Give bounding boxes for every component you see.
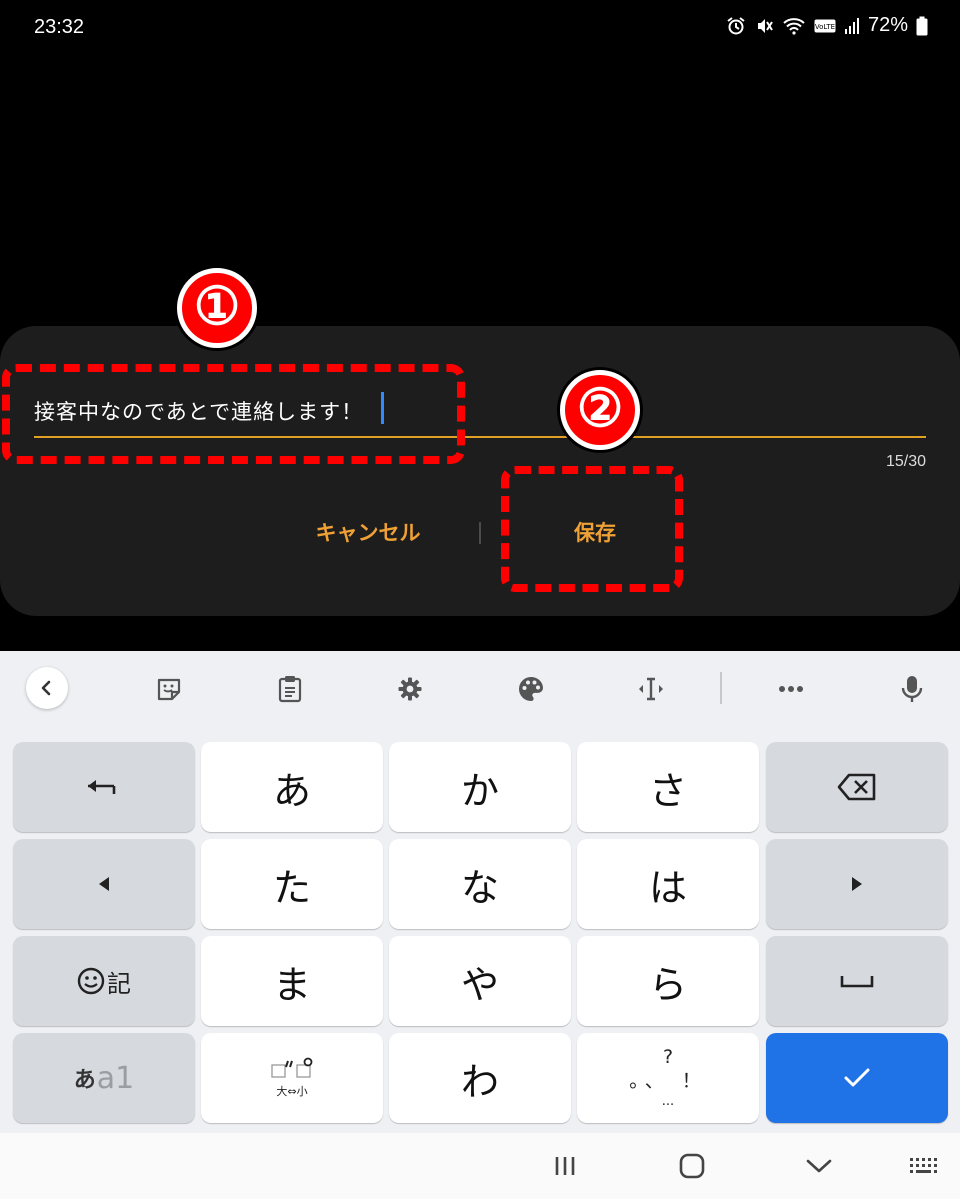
clipboard-icon[interactable] — [270, 669, 310, 709]
key-ra[interactable]: ら — [577, 936, 759, 1026]
undo-key[interactable] — [13, 742, 195, 832]
undo-arrow-icon — [88, 780, 116, 794]
more-dots-icon[interactable] — [771, 669, 811, 709]
dakuten-key[interactable]: 大⇔小 — [201, 1033, 383, 1123]
emoji-key-label: 記 — [107, 969, 131, 998]
cursor-move-icon[interactable] — [631, 669, 671, 709]
battery-icon — [916, 16, 928, 36]
input-mode-key[interactable]: あ a1 — [13, 1033, 195, 1123]
space-key[interactable] — [766, 936, 948, 1026]
settings-gear-icon[interactable] — [390, 669, 430, 709]
annotation-box-1 — [2, 364, 465, 464]
smiley-icon — [77, 967, 105, 995]
backspace-icon — [837, 773, 876, 801]
backspace-key[interactable] — [766, 742, 948, 832]
punct-key-bottom: ... — [661, 1094, 675, 1109]
keyboard-toolbar — [0, 651, 960, 727]
home-icon[interactable] — [670, 1146, 714, 1186]
battery-percent: 72% — [867, 14, 908, 36]
key-ya[interactable]: や — [389, 936, 571, 1026]
cursor-left-key[interactable] — [13, 839, 195, 929]
status-icons: VoLTE 72% — [726, 14, 928, 37]
mode-key-alnum: a1 — [96, 1060, 135, 1096]
punct-key-top: ? — [662, 1046, 674, 1068]
toolbar-separator — [720, 672, 722, 704]
status-bar: 23:32 VoLTE 72% — [0, 0, 960, 56]
mode-key-kana: あ — [73, 1068, 96, 1093]
keyboard-switch-icon[interactable] — [902, 1146, 946, 1186]
punct-key-middle: 。、 ！ — [629, 1070, 707, 1092]
cursor-right-key[interactable] — [766, 839, 948, 929]
wifi-icon — [782, 16, 806, 36]
back-chevron-icon[interactable] — [26, 667, 68, 709]
key-na[interactable]: な — [389, 839, 571, 929]
annotation-box-2 — [501, 466, 683, 592]
recents-icon[interactable] — [543, 1146, 587, 1186]
checkmark-icon — [844, 1068, 870, 1087]
hide-keyboard-icon[interactable] — [797, 1146, 841, 1186]
dakuten-key-label: 大⇔小 — [276, 1085, 308, 1098]
key-a[interactable]: あ — [201, 742, 383, 832]
key-ma[interactable]: ま — [201, 936, 383, 1026]
enter-key[interactable] — [766, 1033, 948, 1123]
volte-icon: VoLTE — [814, 19, 836, 33]
button-divider — [479, 522, 481, 544]
annotation-marker-2: ② — [560, 370, 640, 450]
space-icon — [840, 976, 874, 988]
key-ka[interactable]: か — [389, 742, 571, 832]
emoji-symbol-key[interactable]: 記 — [13, 936, 195, 1026]
character-counter: 15/30 — [885, 453, 926, 470]
key-wa[interactable]: わ — [389, 1033, 571, 1123]
alarm-icon — [726, 16, 746, 36]
left-triangle-icon — [99, 877, 109, 891]
right-triangle-icon — [852, 877, 862, 891]
signal-icon — [844, 17, 860, 35]
dakuten-symbol-icon — [271, 1057, 313, 1078]
key-ha[interactable]: は — [577, 839, 759, 929]
key-ta[interactable]: た — [201, 839, 383, 929]
sticker-icon[interactable] — [149, 669, 189, 709]
vibrate-mute-icon — [754, 16, 774, 36]
annotation-marker-1: ① — [177, 268, 257, 348]
punctuation-key[interactable]: ? 。、 ！ ... — [577, 1033, 759, 1123]
svg-text:VoLTE: VoLTE — [815, 23, 835, 31]
palette-icon[interactable] — [511, 669, 551, 709]
microphone-icon[interactable] — [892, 669, 932, 709]
key-sa[interactable]: さ — [577, 742, 759, 832]
status-time: 23:32 — [34, 16, 85, 38]
cancel-button[interactable]: キャンセル — [300, 517, 436, 551]
